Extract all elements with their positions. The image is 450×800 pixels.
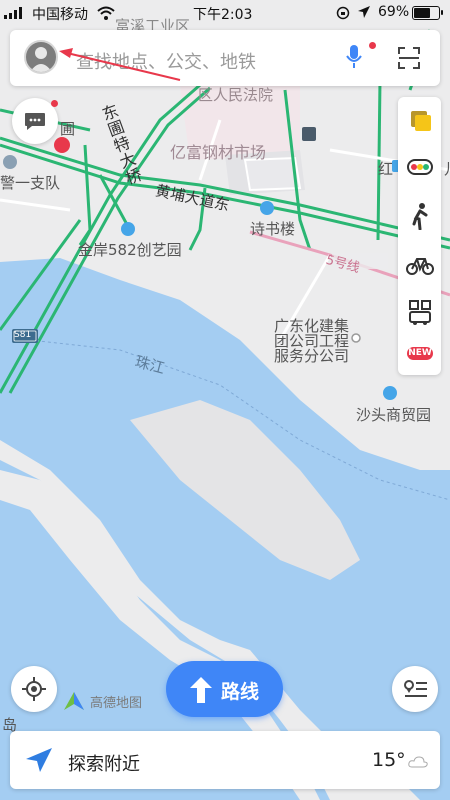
traffic-light-icon <box>406 159 433 175</box>
locate-me-button[interactable] <box>11 666 57 712</box>
bus-button[interactable] <box>398 300 441 326</box>
status-time: 下午2:03 <box>193 7 253 23</box>
map-label-company-3: 服务分公司 <box>274 347 350 365</box>
microphone-icon[interactable] <box>346 44 362 70</box>
message-button[interactable] <box>12 98 58 144</box>
new-badge: NEW <box>407 347 433 360</box>
layers-icon <box>410 111 431 131</box>
route-arrow-icon <box>190 677 212 703</box>
rotation-lock-icon <box>336 6 350 20</box>
map-toolbar <box>398 97 441 375</box>
walking-button[interactable] <box>398 202 441 230</box>
map-label-bookhouse: 诗书楼 <box>250 220 296 238</box>
traffic-button[interactable] <box>398 157 441 177</box>
battery-icon <box>412 6 443 20</box>
pedestrian-icon <box>412 203 427 230</box>
message-notification-dot <box>51 100 58 107</box>
location-arrow-icon <box>358 6 370 18</box>
scan-icon[interactable] <box>398 47 420 69</box>
chat-icon <box>25 113 45 130</box>
map-label-park: 金岸582创艺园 <box>78 241 182 259</box>
navigation-arrow-icon <box>26 748 52 772</box>
status-bar: 中国移动 下午2:03 69% <box>0 0 450 26</box>
saved-places-button[interactable] <box>392 666 438 712</box>
route-button[interactable]: 路线 <box>166 661 283 717</box>
user-avatar[interactable] <box>24 40 58 74</box>
map-label-police: 警一支队 <box>0 174 61 192</box>
wifi-icon <box>97 6 115 20</box>
mic-notification-dot <box>369 42 376 49</box>
route-button-label: 路线 <box>221 681 260 703</box>
amap-logo-icon <box>64 692 84 710</box>
temperature: 15° <box>372 749 406 771</box>
bicycle-icon <box>405 258 434 275</box>
layers-button[interactable] <box>398 107 441 133</box>
signal-icon <box>4 7 22 19</box>
annotation-arrow <box>59 48 181 81</box>
map-label-partial-right2: 儿 <box>444 158 450 179</box>
logo-text: 高德地图 <box>90 696 143 711</box>
bus-qr-icon <box>408 300 431 325</box>
bike-button[interactable] <box>398 254 441 276</box>
explore-nearby-label: 探索附近 <box>68 754 140 775</box>
user-icon <box>30 47 52 72</box>
map-label-market: 亿富钢材市场 <box>170 143 267 162</box>
battery-percent: 69% <box>378 4 410 20</box>
map-label-court: 区人民法院 <box>198 86 274 104</box>
carrier-name: 中国移动 <box>32 7 88 23</box>
amap-logo: 高德地图 <box>62 690 142 716</box>
cloud-icon <box>408 756 428 768</box>
map-label-shatou: 沙头商贸园 <box>356 406 432 424</box>
crosshair-icon <box>22 677 46 701</box>
pin-list-icon <box>404 680 427 697</box>
explore-nearby-bar[interactable]: 探索附近 15° <box>10 731 440 789</box>
map-label-partial-left: 圃 <box>60 120 76 138</box>
map-label-highway: S81 <box>14 330 32 340</box>
map-label-partial-right: 红 <box>378 160 394 178</box>
